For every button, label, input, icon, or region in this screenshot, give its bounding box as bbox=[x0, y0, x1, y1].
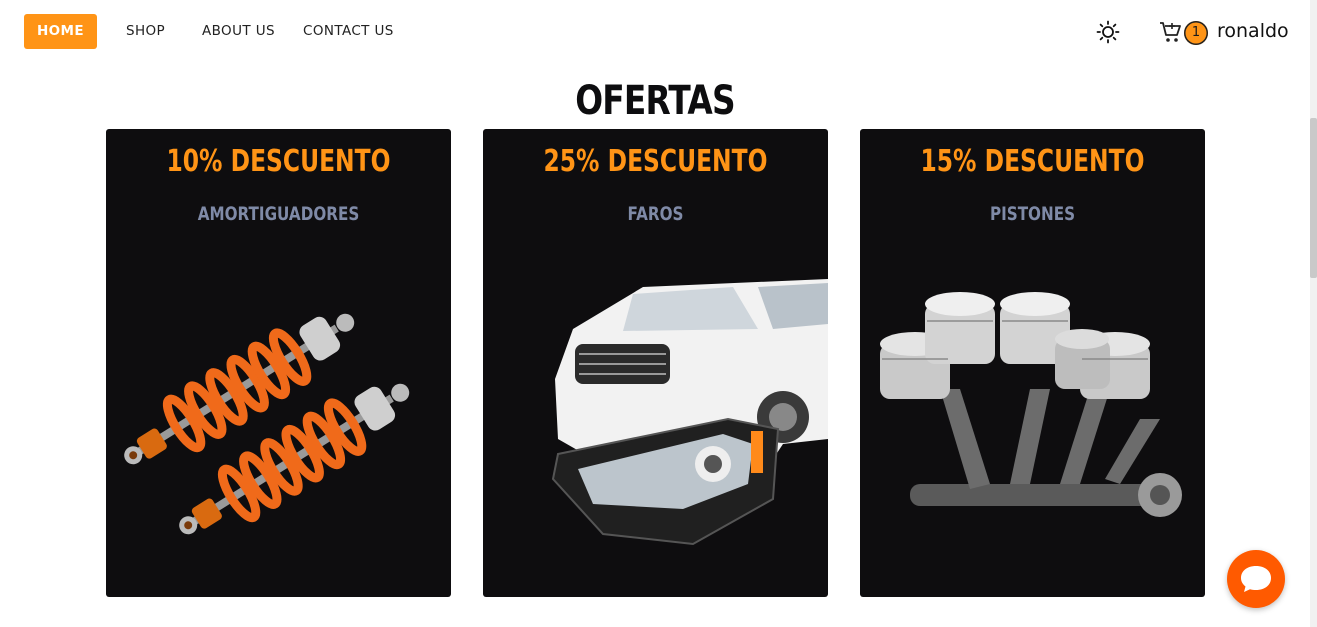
username[interactable]: ronaldo bbox=[1217, 20, 1289, 42]
top-nav: HOME SHOP ABOUT US CONTACT US 1 ronaldo bbox=[0, 0, 1310, 62]
sun-icon[interactable] bbox=[1096, 20, 1120, 44]
offer-discount: 15% DESCUENTO bbox=[920, 144, 1145, 179]
page-title: OFERTAS bbox=[575, 78, 735, 124]
offer-card-shock-absorbers[interactable]: 10% DESCUENTO AMORTIGUADORES bbox=[106, 129, 451, 597]
offer-card-pistons[interactable]: 15% DESCUENTO PISTONES bbox=[860, 129, 1205, 597]
shock-absorber-image bbox=[124, 313, 410, 535]
chat-button[interactable] bbox=[1227, 550, 1285, 608]
cart-icon[interactable] bbox=[1158, 19, 1184, 45]
nav-home[interactable]: HOME bbox=[24, 14, 97, 49]
nav-about-us[interactable]: ABOUT US bbox=[202, 14, 275, 49]
page-scrollbar[interactable] bbox=[1310, 0, 1317, 627]
offer-product: PISTONES bbox=[989, 203, 1076, 225]
nav-contact-us[interactable]: CONTACT US bbox=[303, 14, 394, 49]
offer-card-headlights[interactable]: 25% DESCUENTO FAROS bbox=[483, 129, 828, 597]
offer-discount: 10% DESCUENTO bbox=[166, 144, 391, 179]
chat-bubble-icon bbox=[1241, 566, 1271, 592]
engine-pistons-image bbox=[880, 292, 1182, 517]
offer-discount: 25% DESCUENTO bbox=[543, 144, 768, 179]
offer-product: AMORTIGUADORES bbox=[197, 203, 360, 225]
cart-count-badge[interactable]: 1 bbox=[1184, 21, 1208, 45]
scrollbar-thumb[interactable] bbox=[1310, 118, 1317, 278]
offer-product: FAROS bbox=[627, 203, 684, 225]
nav-shop[interactable]: SHOP bbox=[126, 14, 165, 49]
car-headlight-image bbox=[551, 279, 828, 546]
